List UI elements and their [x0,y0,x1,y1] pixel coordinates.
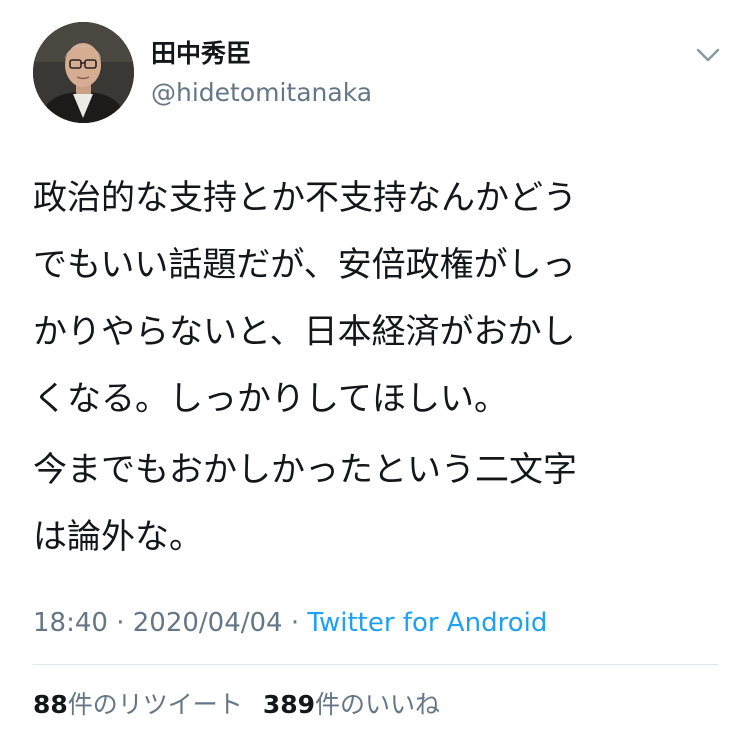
tweet-line: 今までもおかしかったという二文字 [33,450,577,490]
divider [33,664,718,665]
tweet-time[interactable]: 18:40 [33,608,108,638]
retweet-count: 88 [33,690,68,719]
tweet-line: は論外な。 [33,517,203,557]
tweet-stats: 88件のリツイート 389件のいいね [33,688,440,722]
tweet-source-link[interactable]: Twitter for Android [307,608,547,638]
like-count: 389 [262,690,315,719]
tweet-paragraph-2: 今までもおかしかったという二文字 は論外な。 [33,437,733,571]
tweet-line: かりやらないと、日本経済がおかし [33,312,576,352]
likes-stat[interactable]: 389件のいいね [263,690,440,719]
meta-separator: · [107,608,133,638]
tweet-card: 田中秀臣 @hidetomitanaka 政治的な支持とか不支持なんかどう でも… [0,0,750,741]
tweet-line: くなる。しっかりしてほしい。 [33,379,508,419]
tweet-line: でもいい話題だが、安倍政権がしっ [33,245,576,285]
user-handle[interactable]: @hidetomitanaka [151,77,372,109]
chevron-down-icon[interactable] [691,38,725,72]
tweet-text: 政治的な支持とか不支持なんかどう でもいい話題だが、安倍政権がしっ かりやらない… [33,165,733,571]
like-label: 件のいいね [315,690,441,719]
profile-photo-icon [33,22,134,123]
tweet-meta: 18:40 · 2020/04/04 · Twitter for Android [33,605,547,641]
avatar[interactable] [33,22,134,123]
meta-separator: · [282,608,308,638]
retweet-label: 件のリツイート [67,690,243,719]
tweet-paragraph-1: 政治的な支持とか不支持なんかどう でもいい話題だが、安倍政権がしっ かりやらない… [33,165,733,433]
user-display-name[interactable]: 田中秀臣 [151,38,251,70]
retweets-stat[interactable]: 88件のリツイート [33,690,243,719]
tweet-line: 政治的な支持とか不支持なんかどう [33,178,577,218]
tweet-date[interactable]: 2020/04/04 [133,608,283,638]
